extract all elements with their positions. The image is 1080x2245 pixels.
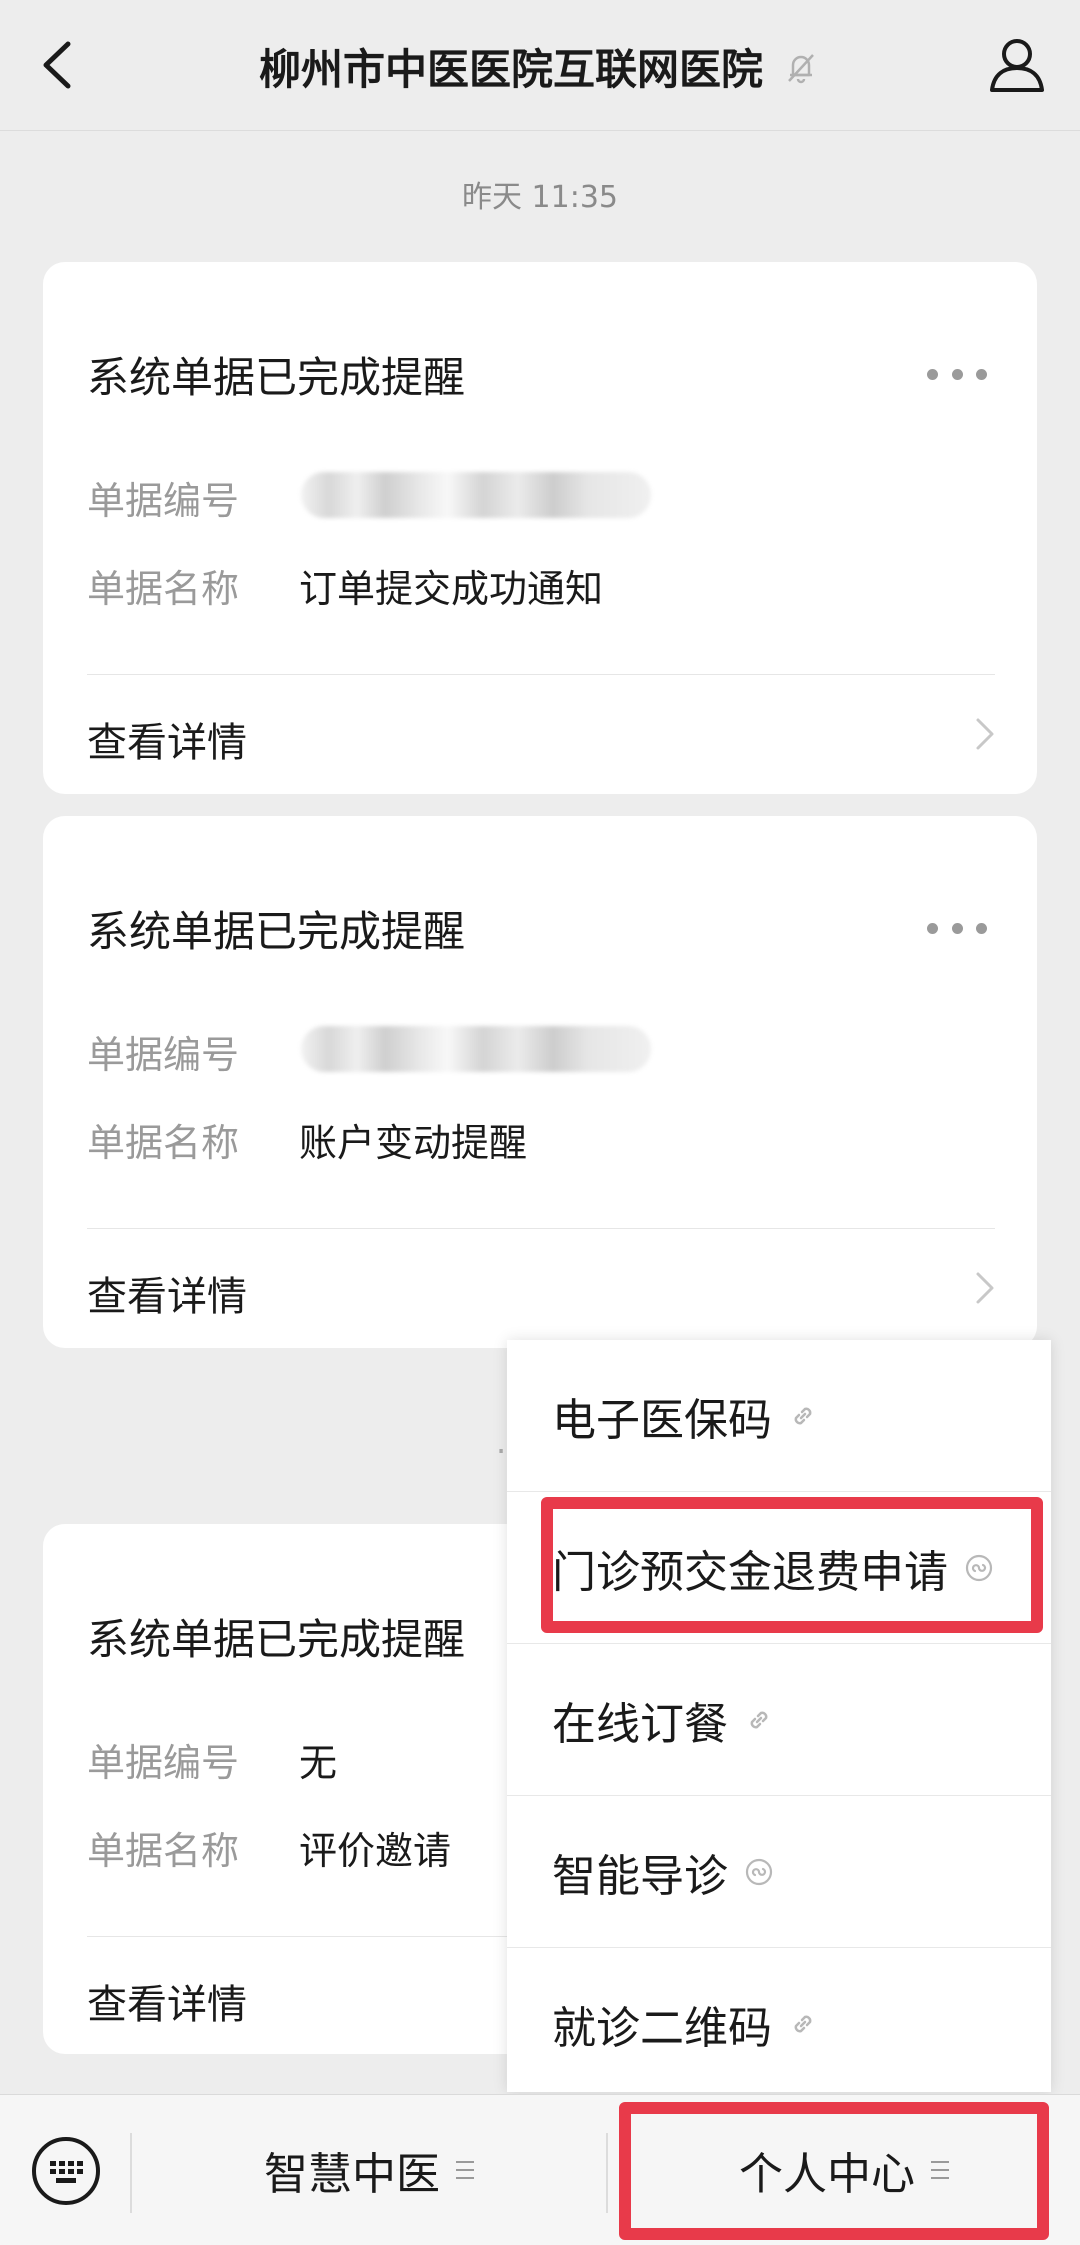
- view-details-link[interactable]: 查看详情: [87, 1972, 247, 2030]
- menu-item-medical-insurance-code[interactable]: 电子医保码: [507, 1340, 1051, 1492]
- card-title: 系统单据已完成提醒: [87, 1615, 466, 1664]
- chat-title-text: 柳州市中医医院互联网医院: [258, 45, 763, 94]
- tab-smart-tcm[interactable]: 智慧中医: [132, 2095, 606, 2245]
- document-name-label: 单据名称: [87, 567, 240, 611]
- menu-item-online-meal-order[interactable]: 在线订餐: [507, 1644, 1051, 1796]
- notification-card[interactable]: 系统单据已完成提醒 单据编号 单据名称 账户变动提醒 查看详情: [43, 816, 1037, 1348]
- card-title: 系统单据已完成提醒: [87, 907, 466, 956]
- card-divider: [87, 674, 995, 675]
- view-details-link[interactable]: 查看详情: [87, 1264, 247, 1322]
- document-number-redacted: [301, 472, 651, 518]
- chevron-right-icon: [976, 1272, 994, 1304]
- message-timestamp: 昨天 11:35: [462, 180, 618, 215]
- person-icon: [990, 39, 1044, 92]
- highlight-box-refund: [541, 1497, 1043, 1633]
- profile-button[interactable]: [982, 30, 1052, 100]
- document-name-label: 单据名称: [87, 1121, 240, 1165]
- menu-item-label: 智能导诊: [552, 1850, 728, 1902]
- document-number-redacted: [301, 1026, 651, 1072]
- top-bar: 柳州市中医医院互联网医院: [0, 0, 1080, 131]
- menu-lines-icon: [456, 2161, 474, 2179]
- tab-label: 智慧中医: [264, 2149, 440, 2200]
- document-name-value: 订单提交成功通知: [299, 567, 604, 611]
- notification-card[interactable]: 系统单据已完成提醒 单据编号 单据名称 订单提交成功通知 查看详情: [43, 262, 1037, 794]
- document-number-label: 单据编号: [87, 1033, 240, 1077]
- mute-bell-icon: [788, 53, 814, 83]
- document-number-label: 单据编号: [87, 479, 240, 523]
- menu-item-label: 在线订餐: [552, 1698, 728, 1750]
- menu-item-label: 就诊二维码: [552, 2003, 772, 2054]
- link-icon: [750, 1711, 768, 1728]
- chevron-right-icon: [976, 718, 994, 750]
- more-options-button[interactable]: [927, 918, 987, 938]
- document-number-value: 无: [299, 1741, 338, 1785]
- card-title: 系统单据已完成提醒: [87, 353, 466, 402]
- card-divider: [87, 1228, 995, 1229]
- mini-program-icon: [745, 1858, 773, 1885]
- keyboard-icon: [32, 2137, 100, 2205]
- personal-center-menu: 电子医保码 门诊预交金退费申请 在线订餐 智能导诊 就诊二维码: [507, 1340, 1051, 2092]
- document-name-label: 单据名称: [87, 1829, 240, 1873]
- keyboard-toggle-button[interactable]: [30, 2135, 102, 2207]
- view-details-link[interactable]: 查看详情: [87, 710, 247, 768]
- more-options-button[interactable]: [927, 364, 987, 384]
- menu-item-smart-triage[interactable]: 智能导诊: [507, 1796, 1051, 1948]
- highlight-box-personal-center: [619, 2102, 1049, 2240]
- document-name-value: 评价邀请: [299, 1829, 452, 1873]
- partial-timestamp: ·: [496, 1432, 507, 1470]
- menu-item-visit-qr-code[interactable]: 就诊二维码: [507, 1948, 1051, 2100]
- document-name-value: 账户变动提醒: [299, 1121, 528, 1165]
- link-icon: [794, 2015, 812, 2033]
- link-icon: [794, 1407, 812, 1424]
- chat-title: 柳州市中医医院互联网医院: [0, 36, 1080, 97]
- document-number-label: 单据编号: [87, 1741, 240, 1785]
- menu-item-label: 电子医保码: [552, 1394, 772, 1446]
